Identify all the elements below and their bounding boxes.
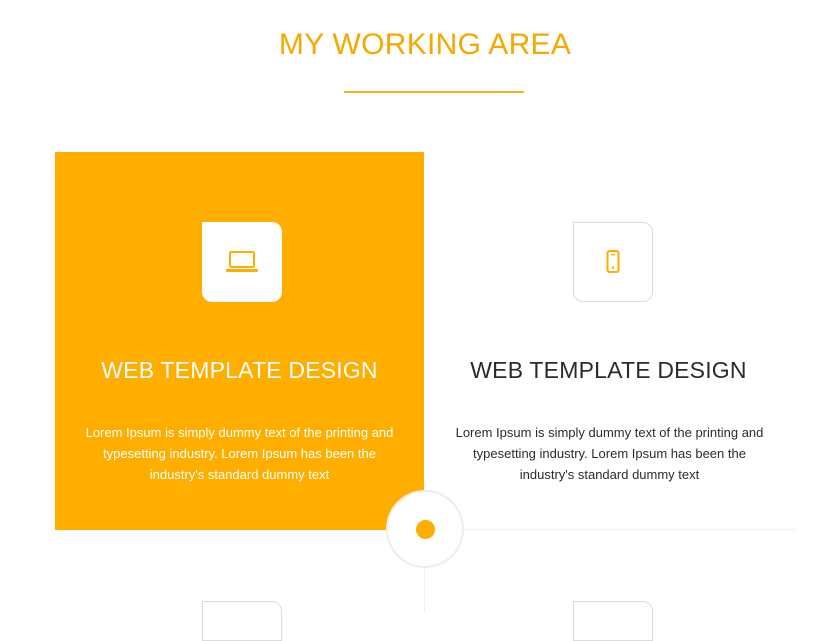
service-card-title: WEB TEMPLATE DESIGN [470,357,747,383]
service-card-description: Lorem Ipsum is simply dummy text of the … [85,425,394,482]
mobile-phone-icon [606,250,620,273]
section-title: MY WORKING AREA [278,28,572,61]
service-card-title: WEB TEMPLATE DESIGN [101,357,378,383]
grid-divider-vertical [424,568,425,612]
service-icon-box [573,222,653,302]
service-icon-box [202,222,282,302]
service-card-description: Lorem Ipsum is simply dummy text of the … [455,425,764,482]
title-underline [344,91,524,93]
service-card-web-template-active[interactable]: WEB TEMPLATE DESIGN Lorem Ipsum is simpl… [55,152,424,530]
center-circle-marker [386,490,464,568]
service-card-web-template[interactable]: WEB TEMPLATE DESIGN Lorem Ipsum is simpl… [424,152,793,530]
laptop-icon [226,251,258,272]
service-icon-box-next-right [573,601,653,641]
center-dot [415,519,435,539]
grid-divider-horizontal [424,529,795,530]
service-icon-box-next-left [202,601,282,641]
